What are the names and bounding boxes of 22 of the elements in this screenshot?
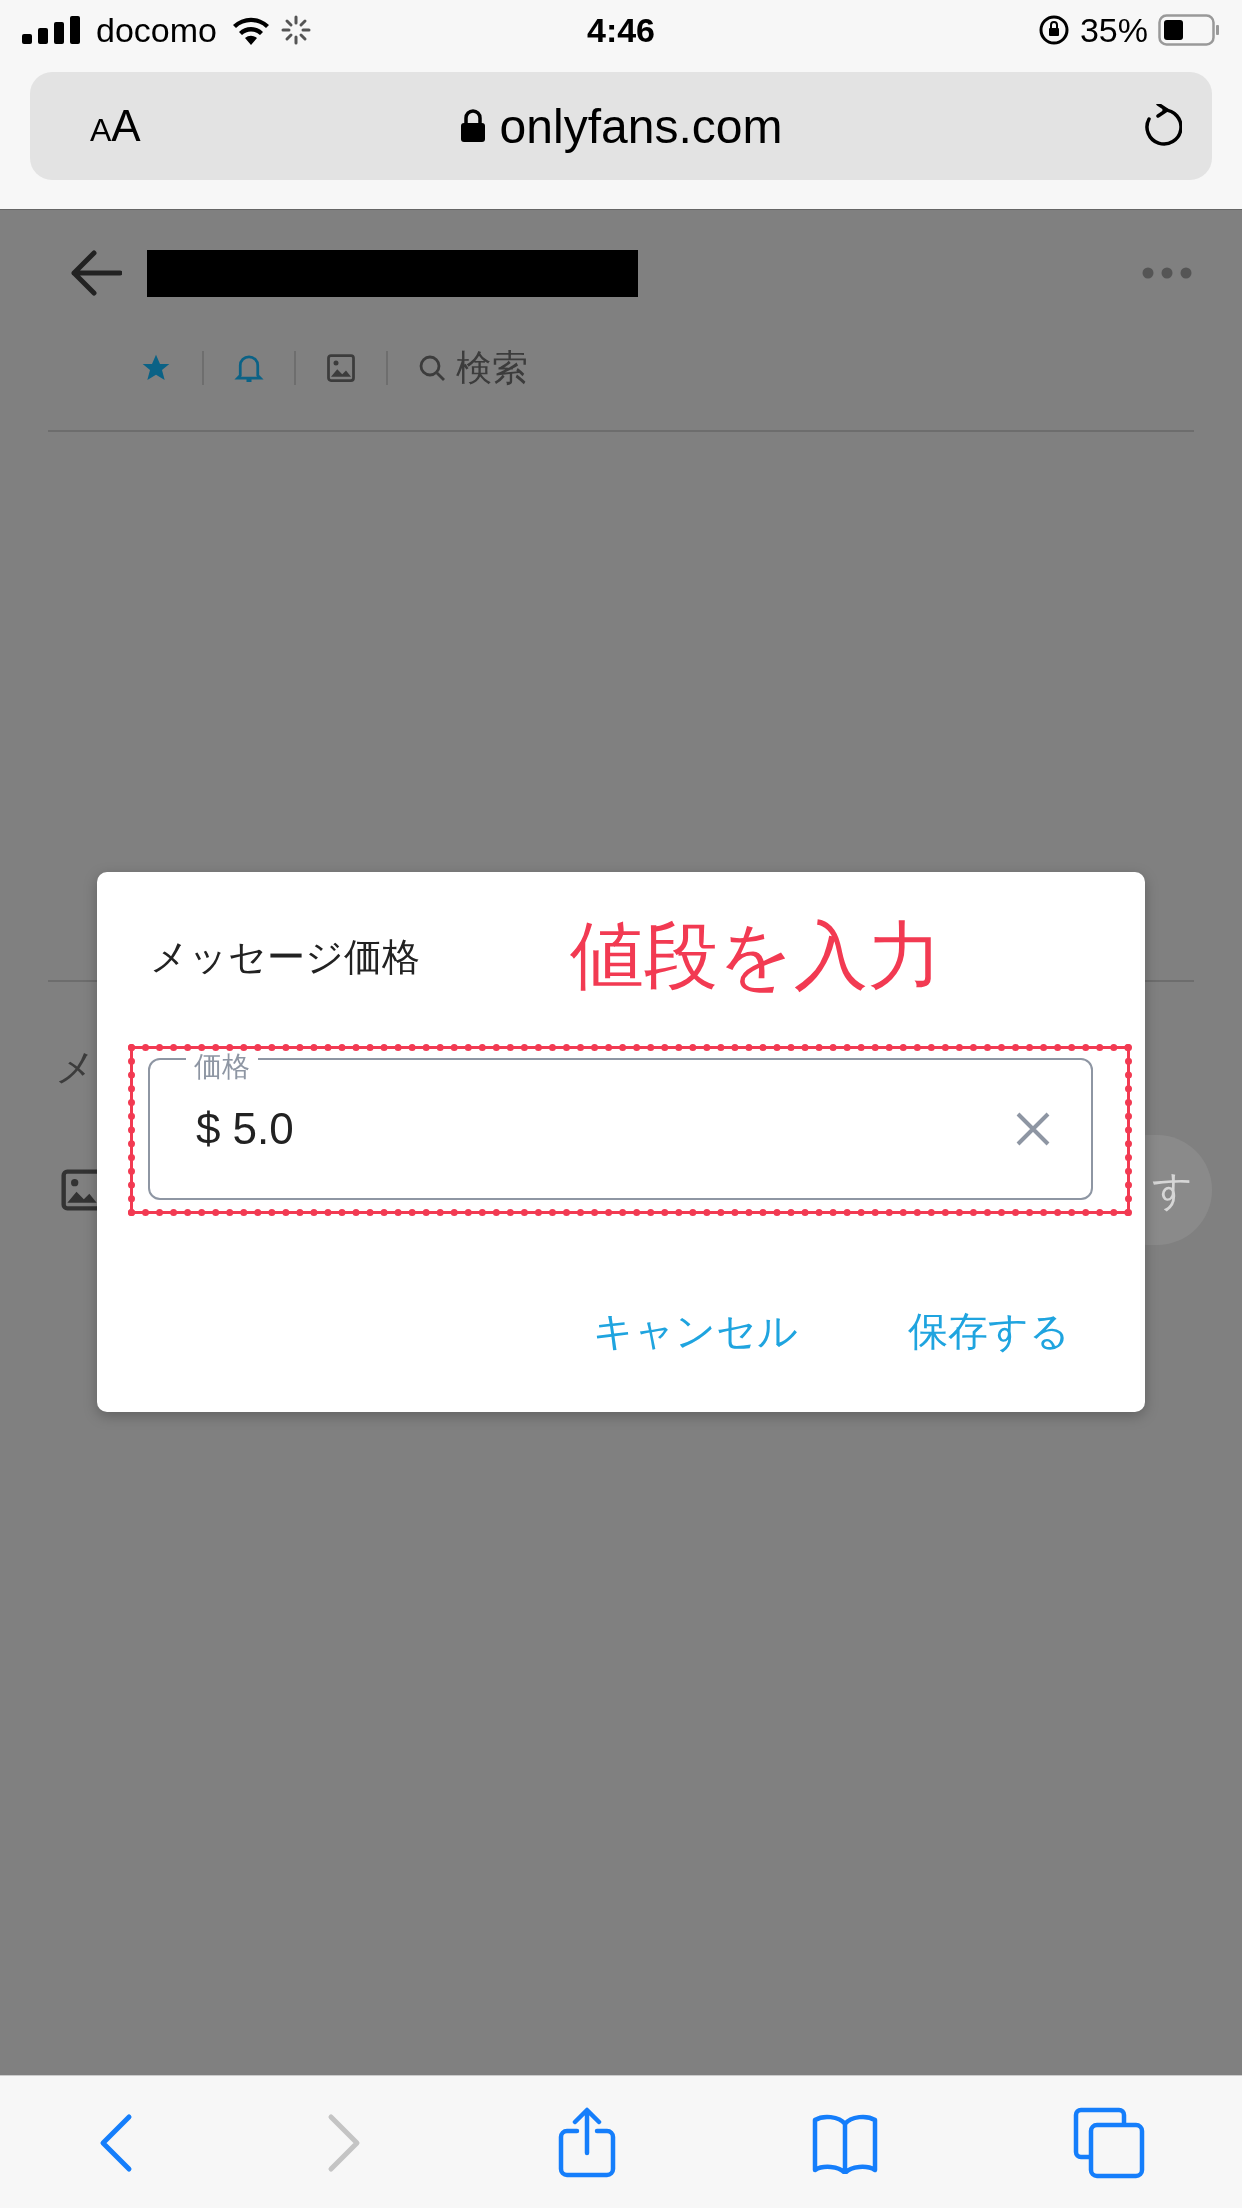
price-input[interactable]: 5.0 <box>232 1104 1015 1154</box>
more-icon[interactable] <box>1142 267 1192 279</box>
clock-time: 4:46 <box>586 10 656 50</box>
spinner-icon <box>280 15 311 45</box>
search-icon <box>418 354 446 382</box>
battery-percent: 35% <box>1079 10 1148 50</box>
reload-icon[interactable] <box>1142 104 1182 148</box>
clear-icon[interactable] <box>1015 1111 1051 1147</box>
field-label: 価格 <box>186 1053 258 1081</box>
currency-symbol: $ <box>196 1104 221 1154</box>
rotation-lock-icon <box>1037 14 1070 46</box>
url-text[interactable]: onlyfans.com <box>499 98 783 154</box>
dialog-title: メッセージ価格 <box>150 934 420 980</box>
carrier-name: docomo <box>96 10 217 50</box>
tabs-icon[interactable] <box>1073 2106 1145 2179</box>
back-arrow-icon[interactable] <box>70 250 122 296</box>
share-icon[interactable] <box>557 2106 617 2179</box>
lock-icon <box>459 109 486 143</box>
annotation-text: 値段を入力 <box>570 913 942 999</box>
text-size-button[interactable]: AA <box>90 101 141 151</box>
battery-icon <box>1158 14 1220 46</box>
message-input-hint: メ <box>55 1044 96 1091</box>
